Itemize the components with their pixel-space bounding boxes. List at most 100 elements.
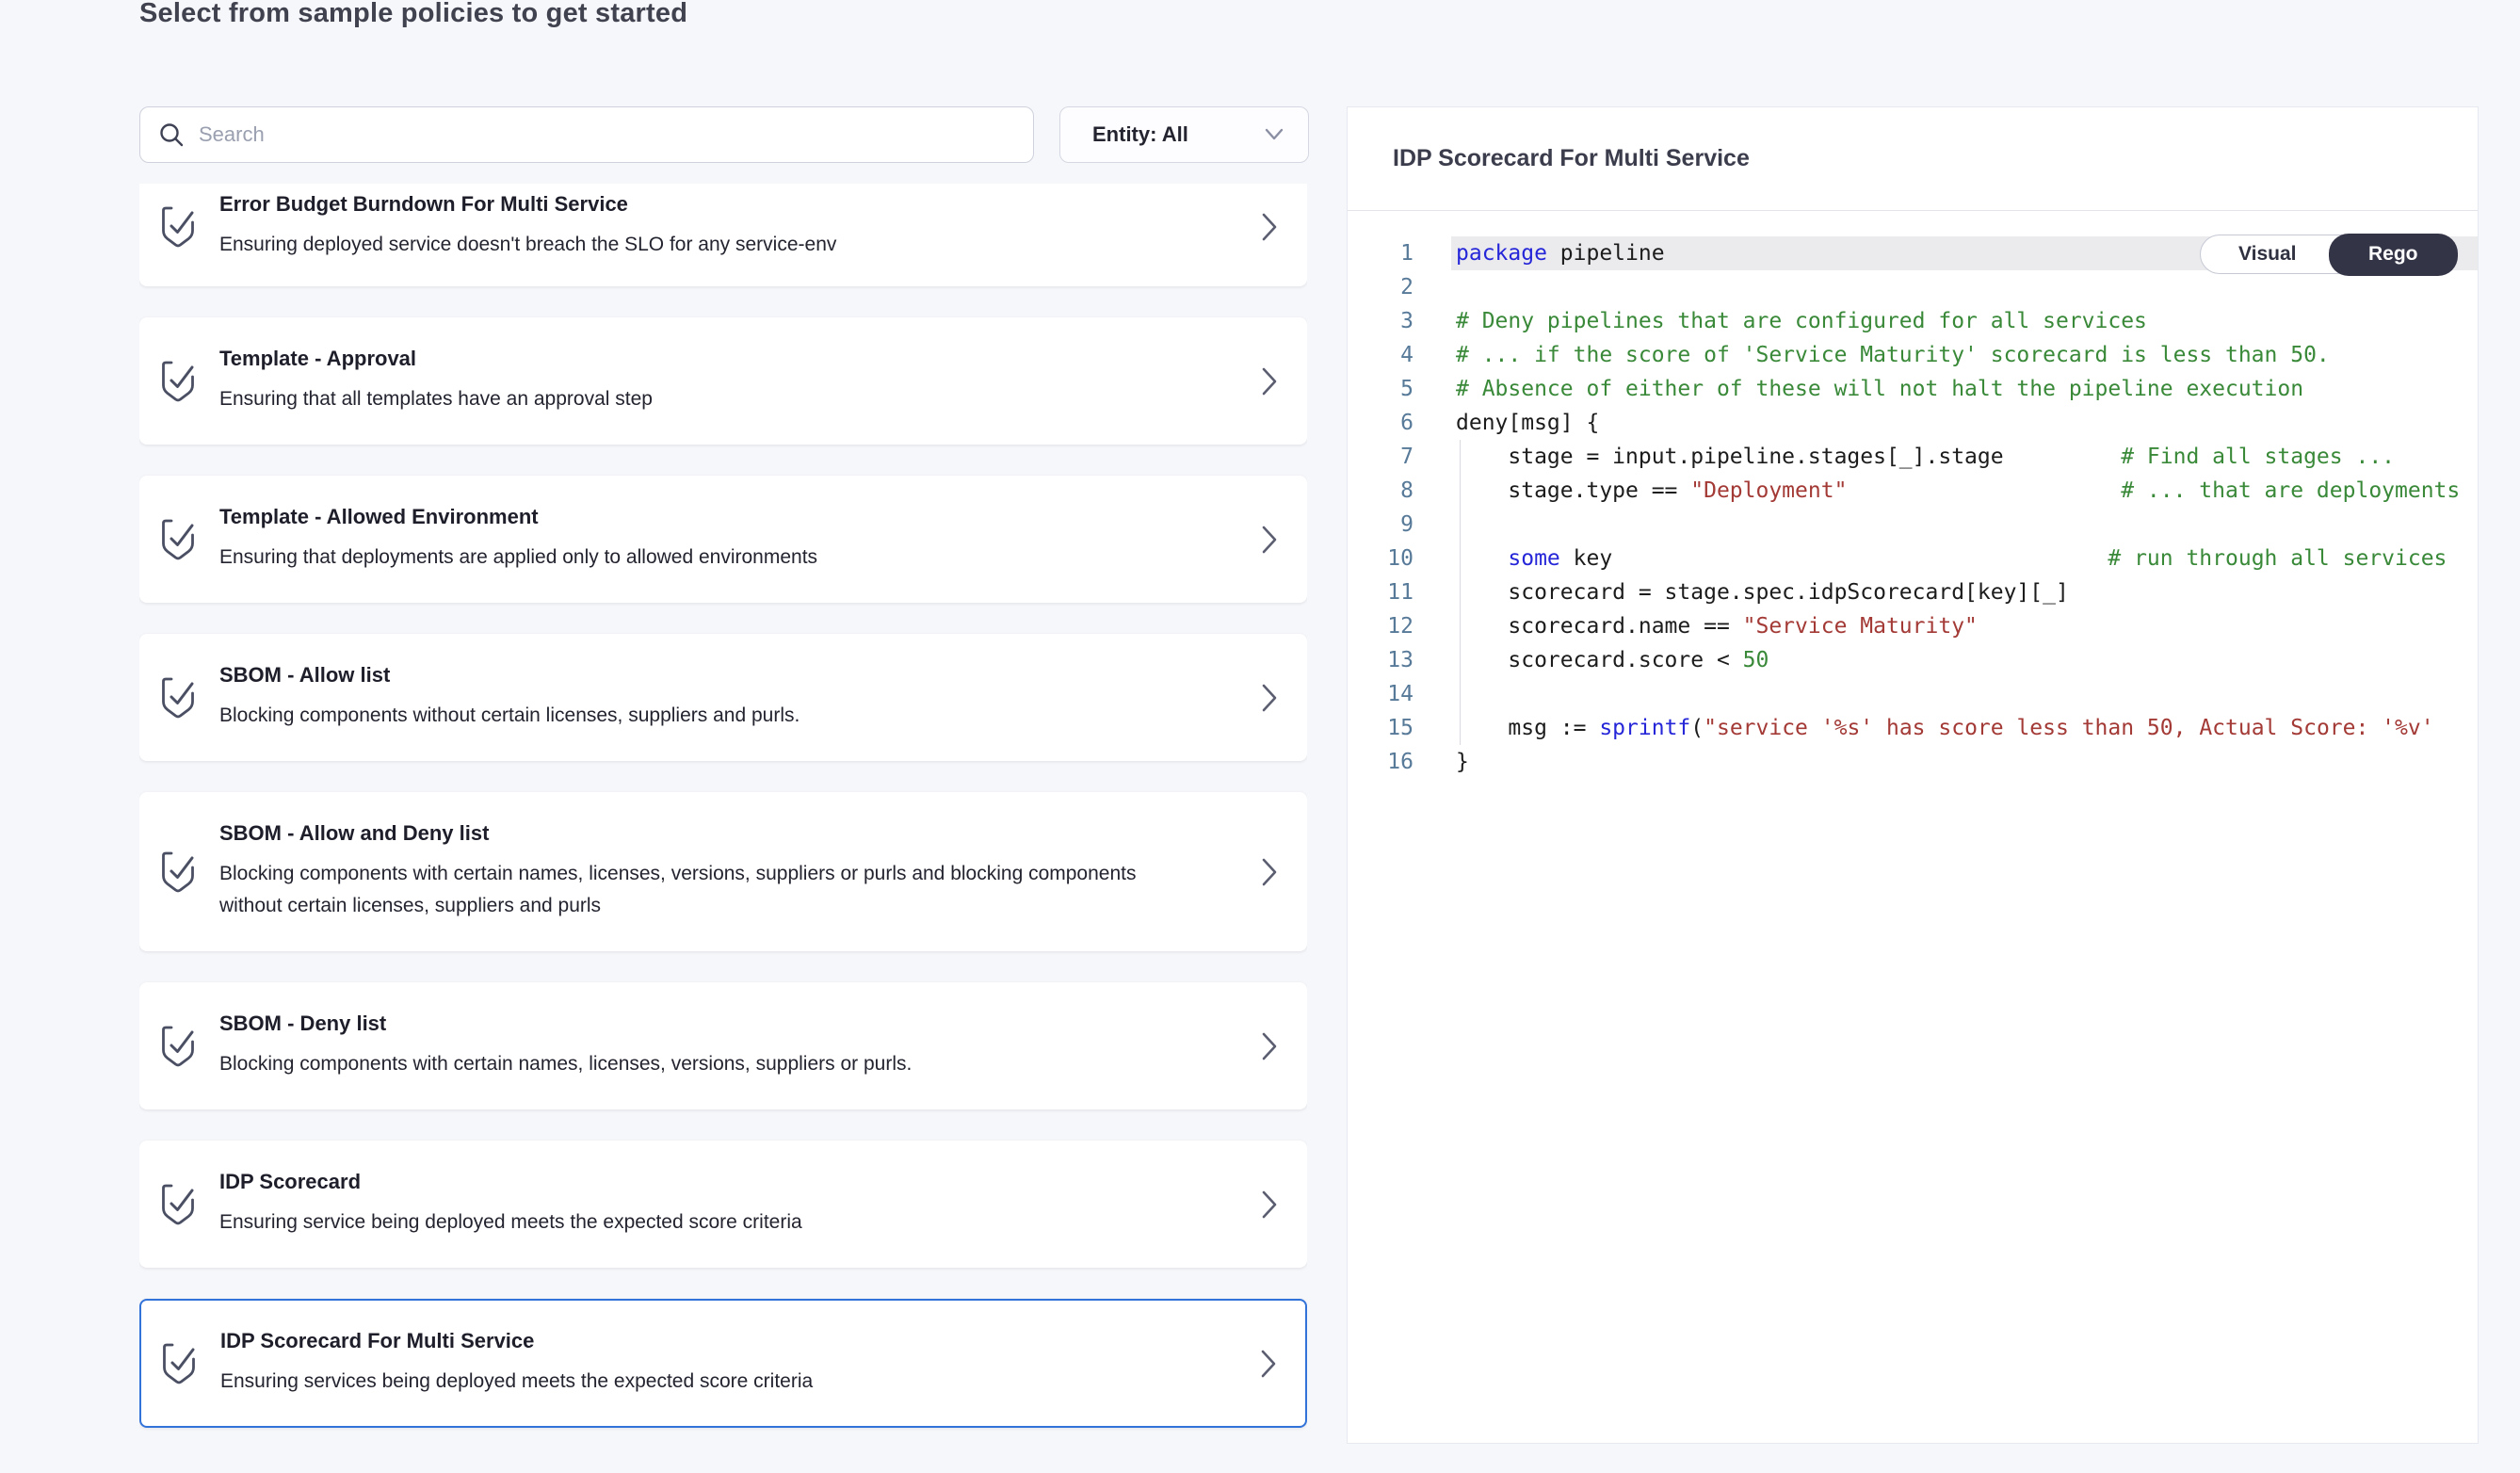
code-line: 5# Absence of either of these will not h… <box>1348 372 2478 406</box>
line-number: 10 <box>1348 542 1451 575</box>
policy-description: Blocking components with certain names, … <box>219 858 1161 922</box>
chevron-right-icon[interactable] <box>1259 211 1280 243</box>
policy-title: IDP Scorecard For Multi Service <box>220 1329 1237 1353</box>
code-line: 7 stage = input.pipeline.stages[_].stage… <box>1348 440 2478 474</box>
line-number: 7 <box>1348 440 1451 474</box>
visual-rego-toggle[interactable]: Visual Rego <box>2200 235 2457 274</box>
search-input[interactable] <box>199 122 1016 147</box>
policy-card-template-allowed-environment[interactable]: Template - Allowed Environment Ensuring … <box>139 476 1307 603</box>
policy-description: Ensuring service being deployed meets th… <box>219 1206 1161 1238</box>
code-line: 4# ... if the score of 'Service Maturity… <box>1348 338 2478 372</box>
policy-title: Template - Allowed Environment <box>219 505 1238 529</box>
code-line-content: } <box>1451 745 2478 779</box>
policy-card-template-approval[interactable]: Template - Approval Ensuring that all te… <box>139 317 1307 445</box>
search-icon <box>157 121 186 149</box>
code-line: 6deny[msg] { <box>1348 406 2478 440</box>
code-line-content: some key # run through all services <box>1451 542 2478 575</box>
policy-title: IDP Scorecard <box>219 1170 1238 1194</box>
code-line-content <box>1451 270 2478 304</box>
policy-shield-check-icon <box>157 1023 199 1070</box>
policy-title: SBOM - Deny list <box>219 1012 1238 1036</box>
indent-guide <box>1460 440 1461 745</box>
line-number: 15 <box>1348 711 1451 745</box>
line-number: 4 <box>1348 338 1451 372</box>
policy-description: Ensuring services being deployed meets t… <box>220 1366 1162 1398</box>
entity-filter-label: Entity: All <box>1092 122 1188 147</box>
entity-filter-dropdown[interactable]: Entity: All <box>1059 106 1309 163</box>
code-line-content: # ... if the score of 'Service Maturity'… <box>1451 338 2478 372</box>
chevron-right-icon[interactable] <box>1259 524 1280 556</box>
policy-shield-check-icon <box>157 1181 199 1228</box>
code-line: 3# Deny pipelines that are configured fo… <box>1348 304 2478 338</box>
code-line: 15 msg := sprintf("service '%s' has scor… <box>1348 711 2478 745</box>
policy-description: Ensuring that all templates have an appr… <box>219 383 1161 415</box>
line-number: 1 <box>1348 236 1451 270</box>
policy-description: Blocking components with certain names, … <box>219 1048 1161 1080</box>
policy-card-error-budget-burndown[interactable]: Error Budget Burndown For Multi Service … <box>139 184 1307 286</box>
code-line: 8 stage.type == "Deployment" # ... that … <box>1348 474 2478 508</box>
code-line: 10 some key # run through all services <box>1348 542 2478 575</box>
policy-description: Blocking components without certain lice… <box>219 700 1161 732</box>
chevron-right-icon[interactable] <box>1259 856 1280 888</box>
code-line-content: stage = input.pipeline.stages[_].stage #… <box>1451 440 2478 474</box>
code-line: 16} <box>1348 745 2478 779</box>
policy-description: Ensuring that deployments are applied on… <box>219 542 1161 574</box>
code-line: 2 <box>1348 270 2478 304</box>
code-line: 14 <box>1348 677 2478 711</box>
chevron-right-icon[interactable] <box>1259 1030 1280 1062</box>
rego-code-editor[interactable]: 1package pipeline23# Deny pipelines that… <box>1348 211 2478 1443</box>
line-number: 2 <box>1348 270 1451 304</box>
code-line: 11 scorecard = stage.spec.idpScorecard[k… <box>1348 575 2478 609</box>
policy-card-idp-scorecard-for-multi-service[interactable]: IDP Scorecard For Multi Service Ensuring… <box>139 1299 1307 1428</box>
policy-description: Ensuring deployed service doesn't breach… <box>219 229 1161 261</box>
code-line: 9 <box>1348 508 2478 542</box>
policy-card-sbom-allow-list[interactable]: SBOM - Allow list Blocking components wi… <box>139 634 1307 761</box>
code-line-content: deny[msg] { <box>1451 406 2478 440</box>
policy-card-sbom-allow-and-deny-list[interactable]: SBOM - Allow and Deny list Blocking comp… <box>139 792 1307 951</box>
policy-shield-check-icon <box>157 203 199 251</box>
code-line-content: # Deny pipelines that are configured for… <box>1451 304 2478 338</box>
code-line-content <box>1451 508 2478 542</box>
code-line-content: stage.type == "Deployment" # ... that ar… <box>1451 474 2478 508</box>
line-number: 9 <box>1348 508 1451 542</box>
line-number: 8 <box>1348 474 1451 508</box>
preview-header: IDP Scorecard For Multi Service <box>1348 107 2478 211</box>
line-number: 16 <box>1348 745 1451 779</box>
policy-title: Error Budget Burndown For Multi Service <box>219 192 1238 217</box>
code-line: 13 scorecard.score < 50 <box>1348 643 2478 677</box>
toggle-rego-button[interactable]: Rego <box>2329 234 2458 276</box>
policy-shield-check-icon <box>157 674 199 721</box>
policy-title: SBOM - Allow list <box>219 663 1238 688</box>
chevron-down-icon <box>1263 127 1285 142</box>
chevron-right-icon[interactable] <box>1258 1348 1279 1380</box>
page-title: Select from sample policies to get start… <box>139 0 687 29</box>
line-number: 5 <box>1348 372 1451 406</box>
code-line-content: scorecard.name == "Service Maturity" <box>1451 609 2478 643</box>
code-line: 12 scorecard.name == "Service Maturity" <box>1348 609 2478 643</box>
code-line-content: # Absence of either of these will not ha… <box>1451 372 2478 406</box>
code-line-content: msg := sprintf("service '%s' has score l… <box>1451 711 2478 745</box>
preview-title: IDP Scorecard For Multi Service <box>1393 145 1750 172</box>
line-number: 13 <box>1348 643 1451 677</box>
toggle-visual-button[interactable]: Visual <box>2201 235 2330 274</box>
code-line-content: scorecard.score < 50 <box>1451 643 2478 677</box>
policy-shield-check-icon <box>157 358 199 405</box>
policy-shield-check-icon <box>157 516 199 563</box>
line-number: 6 <box>1348 406 1451 440</box>
policy-card-idp-scorecard[interactable]: IDP Scorecard Ensuring service being dep… <box>139 1141 1307 1268</box>
policy-shield-check-icon <box>157 849 199 896</box>
chevron-right-icon[interactable] <box>1259 1189 1280 1221</box>
policy-preview-panel: IDP Scorecard For Multi Service Visual R… <box>1347 106 2479 1444</box>
line-number: 14 <box>1348 677 1451 711</box>
policy-list[interactable]: Error Budget Burndown For Multi Service … <box>139 184 1307 1444</box>
policy-title: SBOM - Allow and Deny list <box>219 821 1238 846</box>
policy-title: Template - Approval <box>219 347 1238 371</box>
line-number: 11 <box>1348 575 1451 609</box>
policy-card-sbom-deny-list[interactable]: SBOM - Deny list Blocking components wit… <box>139 982 1307 1109</box>
code-line-content <box>1451 677 2478 711</box>
line-number: 3 <box>1348 304 1451 338</box>
code-line-content: scorecard = stage.spec.idpScorecard[key]… <box>1451 575 2478 609</box>
chevron-right-icon[interactable] <box>1259 365 1280 397</box>
chevron-right-icon[interactable] <box>1259 682 1280 714</box>
search-box[interactable] <box>139 106 1034 163</box>
